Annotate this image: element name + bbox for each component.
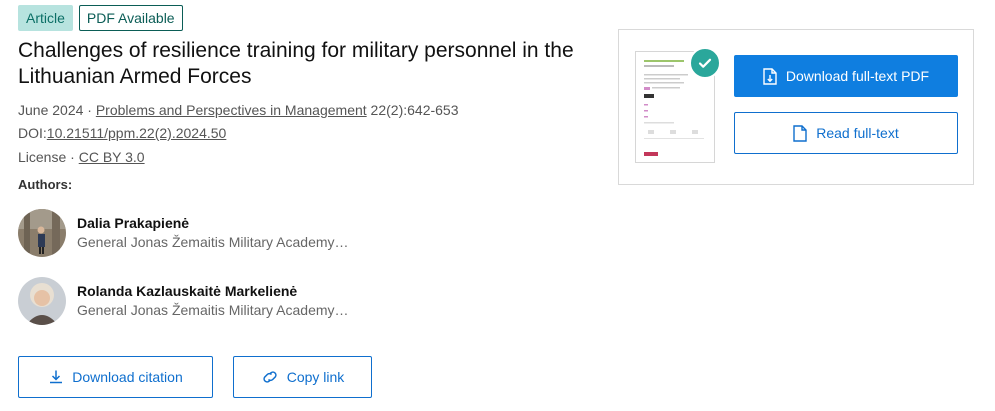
license-link[interactable]: CC BY 3.0	[79, 149, 145, 165]
author-name[interactable]: Rolanda Kazlauskaitė Markelienė	[77, 283, 349, 300]
author-item[interactable]: Dalia Prakapienė General Jonas Žemaitis …	[18, 209, 349, 257]
file-icon	[793, 124, 807, 142]
license-label: License ·	[18, 149, 79, 165]
fulltext-card: Download full-text PDF Read full-text	[618, 29, 974, 185]
avatar[interactable]	[18, 209, 66, 257]
author-affiliation: General Jonas Žemaitis Military Academy…	[77, 302, 349, 318]
download-pdf-button[interactable]: Download full-text PDF	[734, 55, 958, 97]
article-badge: Article	[18, 5, 73, 31]
read-fulltext-label: Read full-text	[816, 125, 899, 141]
read-fulltext-button[interactable]: Read full-text	[734, 112, 958, 154]
doi-line: DOI:10.21511/ppm.22(2).2024.50	[18, 124, 226, 142]
publication-date: June 2024 ·	[18, 102, 96, 118]
avatar[interactable]	[18, 277, 66, 325]
download-citation-label: Download citation	[72, 369, 183, 385]
link-icon	[261, 369, 279, 385]
journal-link[interactable]: Problems and Perspectives in Management	[96, 102, 367, 118]
download-pdf-label: Download full-text PDF	[785, 68, 930, 84]
license-line: License · CC BY 3.0	[18, 148, 145, 166]
check-icon	[689, 47, 721, 79]
badge-group: Article PDF Available	[18, 5, 183, 31]
publication-info: June 2024 · Problems and Perspectives in…	[18, 101, 459, 119]
download-icon	[48, 369, 64, 385]
download-citation-button[interactable]: Download citation	[18, 356, 213, 398]
authors-heading: Authors:	[18, 177, 73, 192]
pdf-available-badge: PDF Available	[78, 5, 183, 31]
author-name[interactable]: Dalia Prakapienė	[77, 215, 349, 232]
journal-issue: 22(2):642-653	[366, 102, 459, 118]
doi-link[interactable]: 10.21511/ppm.22(2).2024.50	[47, 125, 227, 141]
copy-link-button[interactable]: Copy link	[233, 356, 372, 398]
doi-label: DOI:	[18, 125, 47, 141]
file-download-icon	[763, 67, 777, 85]
author-item[interactable]: Rolanda Kazlauskaitė Markelienė General …	[18, 277, 349, 325]
author-affiliation: General Jonas Žemaitis Military Academy…	[77, 234, 349, 250]
page-title: Challenges of resilience training for mi…	[18, 39, 574, 88]
copy-link-label: Copy link	[286, 369, 345, 385]
